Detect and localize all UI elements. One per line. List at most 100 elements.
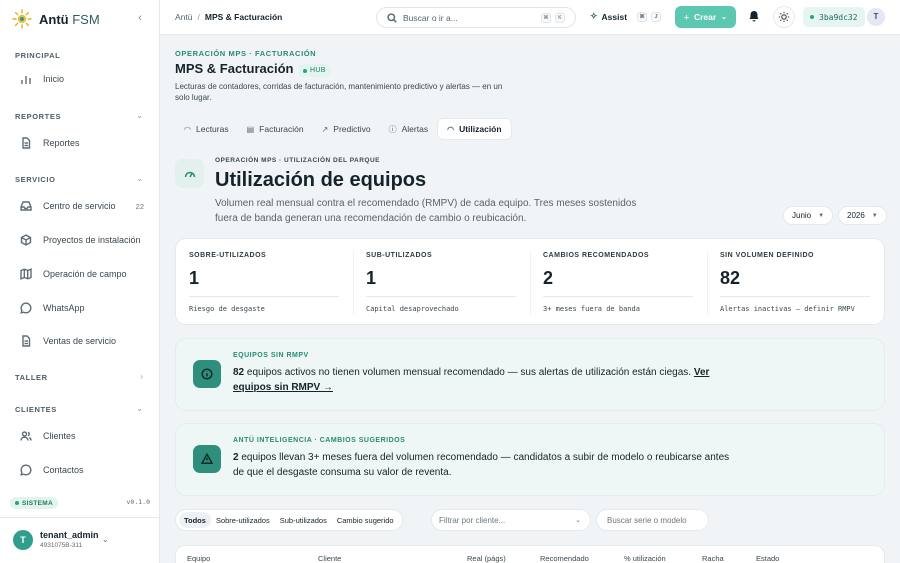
breadcrumb-root[interactable]: Antü [175,12,193,22]
stat-divider [189,296,339,297]
user-avatar[interactable]: T [13,530,33,550]
chip-sub-utilizados[interactable]: Sub-utilizados [275,512,332,528]
search-icon [387,13,397,23]
brand-name: Antü FSM [39,11,100,27]
kbd-key: J [651,11,662,22]
column-header[interactable]: Recomendado [540,554,589,563]
sidebar-item-whatsapp[interactable]: WhatsApp [8,295,152,321]
stat-divider [720,296,870,297]
assist-label: Assist [601,11,628,22]
page-title: MPS & Facturación [175,61,294,76]
sidebar-item-label: Proyectos de instalación [43,235,141,245]
sidebar-item-operacion-campo[interactable]: Operación de campo [8,261,152,287]
stat-value: 1 [366,268,377,288]
stat-sin-volumen: SIN VOLUMEN DEFINIDO 82 Alertas inactiva… [707,239,884,326]
user-menu-chevron-icon[interactable]: ⌄ [102,535,109,544]
tab-alertas[interactable]: ⓘ Alertas [380,118,437,140]
global-search[interactable]: Buscar o ir a... ⌘ K [376,7,576,28]
theme-toggle-icon[interactable] [773,6,795,28]
chevron-down-icon[interactable]: ⌄ [136,404,143,413]
section-label-principal: PRINCIPAL [15,51,61,60]
client-filter-placeholder: Filtrar por cliente... [439,516,506,525]
tab-bar: ◠ Lecturas ▤ Facturación ↗ Predictivo ⓘ Aler… [175,118,512,140]
alert-count: 82 [233,367,245,378]
info-icon [193,360,221,388]
column-header[interactable]: Cliente [318,554,341,563]
column-header[interactable]: Racha [702,554,724,563]
bell-icon[interactable] [748,10,762,24]
table-header: Equipo Cliente Real (págs) Recomendado %… [175,545,885,563]
chat-icon [20,464,32,476]
create-button[interactable]: + Crear ⌄ [675,6,736,28]
column-header[interactable]: Equipo [187,554,210,563]
sidebar-item-proyectos[interactable]: Proyectos de instalación [8,227,152,253]
top-avatar[interactable]: T [867,8,885,26]
gauge-icon [175,159,204,188]
document-icon [20,137,32,149]
serie-search-input[interactable] [596,509,709,531]
column-header[interactable]: Real (págs) [467,554,506,563]
tab-facturacion[interactable]: ▤ Facturación [238,118,313,140]
hub-badge: HUB [298,64,331,77]
stat-value: 1 [189,268,200,288]
sidebar-item-label: WhatsApp [43,303,85,313]
sidebar-item-centro-servicio[interactable]: Centro de servicio 22 [8,193,152,219]
chip-sobre-utilizados[interactable]: Sobre-utilizados [211,512,275,528]
create-label: Crear [693,12,717,22]
sidebar-item-inicio[interactable]: Inicio [8,66,152,92]
section-label-servicio[interactable]: SERVICIO [15,175,56,184]
sidebar-divider [0,517,160,518]
stat-value: 2 [543,268,554,288]
chevron-down-icon[interactable]: ⌄ [136,111,143,120]
stat-sub-utilizados: SUB-UTILIZADOS 1 Capital desaprovechado [353,239,530,326]
status-dot-icon [15,501,19,505]
chevron-down-icon[interactable]: ⌄ [136,174,143,183]
chip-todos[interactable]: Todos [179,512,211,528]
collapse-sidebar-icon[interactable]: ‹ [135,13,145,24]
tab-predictivo[interactable]: ↗ Predictivo [313,118,380,140]
sidebar-item-label: Ventas de servicio [43,336,117,346]
tab-utilizacion[interactable]: ◠ Utilización [437,118,512,140]
section-label-clientes[interactable]: CLIENTES [15,405,57,414]
sidebar-item-ventas-servicio[interactable]: Ventas de servicio [8,328,152,354]
sidebar-item-contactos[interactable]: Contactos [8,457,152,483]
search-placeholder: Buscar o ir a... [403,13,458,23]
chevron-down-icon: ⌄ [575,517,581,524]
stat-sub: Riesgo de desgaste [189,305,265,313]
client-filter-select[interactable]: Filtrar por cliente... ⌄ [431,509,591,531]
bar-chart-icon [20,73,32,85]
sidebar-item-label: Inicio [43,74,65,84]
stat-label: SUB-UTILIZADOS [366,252,433,259]
column-header[interactable]: % utilización [624,554,666,563]
sidebar-item-reportes[interactable]: Reportes [8,130,152,156]
section-label-reportes[interactable]: REPORTES [15,112,61,121]
chip-cambio-sugerido[interactable]: Cambio sugerido [332,512,399,528]
alert-eyebrow: EQUIPOS SIN RMPV [233,352,309,359]
document-icon [20,335,32,347]
year-select[interactable]: 2026 ▼ [838,206,887,225]
assist-button[interactable]: ✧ Assist ⌘ J [590,11,662,22]
sidebar-item-label: Clientes [43,431,76,441]
sidebar-item-label: Contactos [43,465,84,475]
plus-icon: + [683,12,689,22]
page-eyebrow: OPERACIÓN MPS · FACTURACIÓN [175,49,317,58]
section-label-taller[interactable]: TALLER [15,373,48,382]
trend-icon: ↗ [321,124,329,134]
month-select[interactable]: Junio ▼ [783,206,834,225]
tab-lecturas[interactable]: ◠ Lecturas [175,118,238,140]
user-id: 4931075B-311 [40,542,83,549]
alert-text: 2 equipos llevan 3+ meses fuera del volu… [233,452,730,478]
chevron-down-icon: ▼ [818,212,825,219]
system-badge: SISTEMA [10,497,58,509]
alert-sin-rmpv: EQUIPOS SIN RMPV 82 equipos activos no t… [175,338,885,411]
warning-icon [193,445,221,473]
status-dot-icon [303,68,307,73]
column-header[interactable]: Estado [756,554,779,563]
brand[interactable]: Antü FSM [12,9,100,29]
kbd-key: ⌘ [541,13,551,23]
section-description: Volumen real mensual contra el recomenda… [215,198,637,224]
user-name[interactable]: tenant_admin [40,530,99,540]
sidebar-item-clientes[interactable]: Clientes [8,423,152,449]
chevron-right-icon[interactable]: › [140,372,143,381]
breadcrumb: Antü / MPS & Facturación [175,12,282,22]
